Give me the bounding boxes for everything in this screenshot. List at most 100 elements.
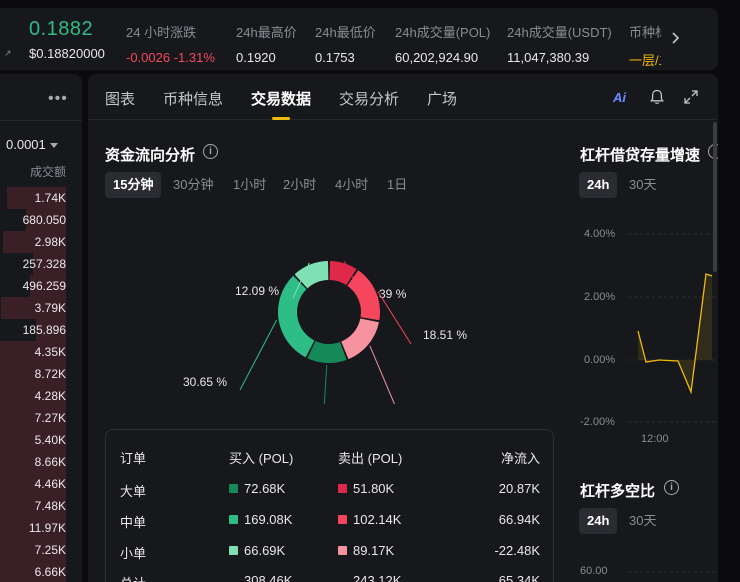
row-large-name: 大单 xyxy=(120,484,147,499)
orderbook-row[interactable]: 1.74K xyxy=(0,187,66,209)
stat-tags: 币种标 一层/二 xyxy=(629,25,661,68)
tab-square[interactable]: 广场 xyxy=(427,88,457,109)
tab-trade-data[interactable]: 交易数据 xyxy=(251,88,311,109)
interval-15m[interactable]: 15分钟 xyxy=(105,172,162,198)
margin-period-30d[interactable]: 30天 xyxy=(629,172,656,198)
tab-chart[interactable]: 图表 xyxy=(105,88,135,109)
orderbook-row[interactable]: 257.328 xyxy=(0,253,66,275)
row-large-sell: 51.80K xyxy=(338,481,394,496)
orderbook-row[interactable]: 11.97K xyxy=(0,517,66,539)
margin-growth-title: 杠杆借贷存量增速 xyxy=(580,147,701,164)
slice-label: 18.51 % xyxy=(423,328,467,342)
row-small-name: 小单 xyxy=(120,546,147,561)
legend-swatch xyxy=(338,546,347,555)
info-icon[interactable]: i xyxy=(203,144,218,159)
y-tick: 2.00% xyxy=(584,291,616,303)
row-total-name: 总计 xyxy=(120,573,146,582)
chevron-right-icon[interactable] xyxy=(665,28,685,48)
ls-period-24h[interactable]: 24h xyxy=(579,508,618,534)
stat-24h-change: 24 小时涨跌 -0.0026 -1.31% xyxy=(126,25,215,65)
row-large-net: 20.87K xyxy=(498,481,540,496)
divider xyxy=(0,120,82,121)
row-medium-name: 中单 xyxy=(120,515,147,530)
precision-select[interactable]: 0.0001 xyxy=(6,137,58,152)
info-icon[interactable]: i xyxy=(664,480,679,495)
usd-price: $0.18820000 xyxy=(29,46,105,61)
legend-swatch xyxy=(229,484,238,493)
orderbook-row[interactable]: 8.72K xyxy=(0,363,66,385)
active-tab-indicator xyxy=(272,117,290,120)
row-total-net: 65.34K xyxy=(498,573,540,582)
more-icon[interactable]: ••• xyxy=(48,90,68,108)
slice-label: 30.65 % xyxy=(183,375,227,389)
caret-down-icon xyxy=(49,143,58,149)
x-tick: 12:00 xyxy=(641,433,669,445)
interval-1d[interactable]: 1日 xyxy=(387,172,407,198)
row-medium-net: 66.94K xyxy=(498,512,540,527)
row-small-net: -22.48K xyxy=(494,543,540,558)
bell-icon[interactable] xyxy=(648,88,666,106)
stat-24h-volume-pol: 24h成交量(POL) 60,202,924.90 xyxy=(395,25,491,65)
legend-swatch xyxy=(229,546,238,555)
orderbook-row[interactable]: 2.98K xyxy=(0,231,66,253)
y-tick: 4.00% xyxy=(584,228,616,240)
donut-slice[interactable] xyxy=(347,270,380,321)
row-total-buy: 308.46K xyxy=(244,573,293,582)
row-small-sell: 89.17K xyxy=(338,543,394,558)
th-net: 净流入 xyxy=(500,451,540,466)
th-buy: 买入 (POL) xyxy=(229,451,294,466)
order-flow-table: 订单 买入 (POL) 卖出 (POL) 净流入 大单 72.68K 51.80… xyxy=(105,429,554,582)
orderbook-row[interactable]: 4.35K xyxy=(0,341,66,363)
donut-svg: 9.39 %18.51 %16.16 %13.17 %30.65 %12.09 … xyxy=(183,261,467,460)
ticker-bar: 0.1882 ↗ $0.18820000 24 小时涨跌 -0.0026 -1.… xyxy=(0,8,718,70)
tab-trade-analysis[interactable]: 交易分析 xyxy=(339,88,399,109)
margin-growth-chart xyxy=(628,233,716,423)
legend-swatch xyxy=(229,515,238,524)
long-short-title: 杠杆多空比 xyxy=(580,483,656,500)
orderbook-row[interactable]: 7.48K xyxy=(0,495,66,517)
orderbook-row[interactable]: 8.66K xyxy=(0,451,66,473)
row-large-buy: 72.68K xyxy=(229,481,285,496)
scrollbar[interactable] xyxy=(713,122,717,272)
orderbook-row[interactable]: 7.25K xyxy=(0,539,66,561)
orderbook-row[interactable]: 3.79K xyxy=(0,297,66,319)
area-fill xyxy=(638,274,712,392)
row-medium-buy: 169.08K xyxy=(229,512,292,527)
price-arrow-icon: ↗ xyxy=(4,48,12,58)
stat-24h-volume-usdt: 24h成交量(USDT) 11,047,380.39 xyxy=(507,25,612,65)
y-tick: 0.00% xyxy=(584,354,616,366)
orderbook-row[interactable]: 7.27K xyxy=(0,407,66,429)
ls-period-30d[interactable]: 30天 xyxy=(629,508,656,534)
orderbook-header-amount: 成交额 xyxy=(29,165,66,179)
interval-1h[interactable]: 1小时 xyxy=(233,172,266,198)
orderbook-row[interactable]: 680.050 xyxy=(0,209,66,231)
ai-icon[interactable]: Ai xyxy=(613,90,626,105)
interval-2h[interactable]: 2小时 xyxy=(283,172,316,198)
donut-slice[interactable] xyxy=(307,341,347,363)
orderbook-row[interactable]: 4.28K xyxy=(0,385,66,407)
row-medium-sell: 102.14K xyxy=(338,512,401,527)
legend-swatch xyxy=(338,515,347,524)
row-total-sell: 243.12K xyxy=(353,573,402,582)
leader-line xyxy=(320,364,328,457)
y-tick: -2.00% xyxy=(580,416,615,428)
orderbook-row[interactable]: 496.259 xyxy=(0,275,66,297)
long-short-gridline xyxy=(628,571,716,573)
interval-4h[interactable]: 4小时 xyxy=(335,172,368,198)
interval-30m[interactable]: 30分钟 xyxy=(173,172,213,198)
orderbook-row[interactable]: 185.896 xyxy=(0,319,66,341)
tab-bar: 图表 币种信息 交易数据 交易分析 广场 Ai xyxy=(88,74,718,120)
tab-coin-info[interactable]: 币种信息 xyxy=(163,88,223,109)
orderbook-row[interactable]: 6.66K xyxy=(0,561,66,582)
margin-period-24h[interactable]: 24h xyxy=(579,172,618,198)
fund-flow-donut-chart: 9.39 %18.51 %16.16 %13.17 %30.65 %12.09 … xyxy=(88,204,558,460)
orderbook-row[interactable]: 4.46K xyxy=(0,473,66,495)
legend-swatch xyxy=(338,484,347,493)
donut-slice[interactable] xyxy=(278,275,315,358)
stat-24h-high: 24h最高价 0.1920 xyxy=(236,25,297,65)
orderbook-row[interactable]: 5.40K xyxy=(0,429,66,451)
main-panel: 图表 币种信息 交易数据 交易分析 广场 Ai 资金流向分析 i 15分钟 30… xyxy=(88,74,718,582)
orderbook-panel: ••• 0.0001 成交额 1.74K 680.050 2.98K 257.328 4… xyxy=(0,74,82,582)
expand-icon[interactable] xyxy=(682,88,700,106)
leader-line xyxy=(239,319,278,391)
